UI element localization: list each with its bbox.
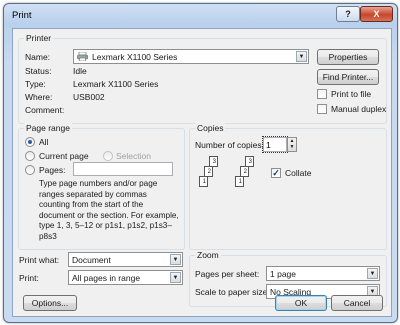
close-icon: X [373, 9, 380, 19]
printer-name-value: Lexmark X1100 Series [92, 51, 178, 62]
print-what-select[interactable]: Document ▼ [68, 252, 183, 267]
current-page-label: Current page [39, 151, 89, 161]
scale-to-paper-label: Scale to paper size: [195, 287, 270, 297]
pages-per-sheet-select[interactable]: 1 page ▼ [266, 266, 380, 281]
number-of-copies-label: Number of copies: [195, 140, 264, 150]
page-icon: 1 [199, 176, 208, 187]
collate-illustration-left: 3 2 1 [199, 156, 225, 190]
pages-label: Pages: [39, 165, 66, 175]
print-value: All pages in range [72, 272, 141, 283]
where-label: Where: [25, 92, 53, 102]
print-to-file-checkbox[interactable] [317, 89, 327, 99]
manual-duplex-checkbox[interactable] [317, 104, 327, 114]
all-pages-label: All [39, 137, 49, 147]
pages-per-sheet-label: Pages per sheet: [195, 269, 260, 279]
ok-button[interactable]: OK [275, 295, 327, 311]
collate-illustration-right: 3 2 1 [235, 156, 261, 190]
spin-up-icon: ▲ [289, 137, 295, 144]
chevron-down-icon: ▼ [170, 254, 181, 265]
print-to-file-label: Print to file [331, 89, 372, 99]
check-icon: ✓ [272, 167, 280, 178]
selection-radio[interactable] [103, 151, 113, 161]
help-button[interactable]: ? [336, 6, 360, 22]
print-what-value: Document [72, 254, 111, 265]
window-title: Print [12, 10, 32, 21]
print-dialog: Print ? X Printer Name: Lexmark X1100 Se… [3, 3, 398, 323]
pages-radio[interactable] [25, 165, 35, 175]
print-label: Print: [19, 273, 39, 283]
pages-per-sheet-value: 1 page [270, 268, 296, 279]
printer-name-select[interactable]: Lexmark X1100 Series ▼ [73, 49, 309, 64]
status-label: Status: [25, 66, 52, 76]
page-range-help-text: Type page numbers and/or page ranges sep… [39, 179, 179, 241]
name-label: Name: [25, 52, 51, 62]
current-page-radio[interactable] [25, 151, 35, 161]
print-select[interactable]: All pages in range ▼ [68, 270, 183, 285]
properties-button[interactable]: Properties [317, 49, 379, 65]
copies-input[interactable] [262, 136, 288, 153]
chevron-down-icon: ▼ [296, 51, 307, 62]
find-printer-button[interactable]: Find Printer... [317, 69, 379, 85]
chevron-down-icon: ▼ [170, 272, 181, 283]
zoom-group-label: Zoom [195, 250, 221, 260]
close-button[interactable]: X [360, 6, 393, 22]
collate-checkbox[interactable]: ✓ [271, 168, 281, 178]
copies-spinner[interactable]: ▲ ▼ [287, 137, 297, 152]
chevron-down-icon: ▼ [367, 268, 378, 279]
all-pages-radio[interactable] [25, 137, 35, 147]
collate-label: Collate [285, 168, 312, 178]
status-value: Idle [73, 66, 87, 76]
cancel-button[interactable]: Cancel [331, 295, 383, 311]
pages-input[interactable] [73, 162, 173, 176]
help-icon: ? [345, 9, 351, 19]
type-value: Lexmark X1100 Series [73, 79, 159, 89]
options-button[interactable]: Options... [23, 295, 77, 311]
spin-down-icon: ▼ [289, 144, 295, 151]
type-label: Type: [25, 79, 46, 89]
selection-label: Selection [116, 151, 151, 161]
print-what-label: Print what: [19, 255, 60, 265]
page-icon: 1 [235, 176, 244, 187]
page-range-group-label: Page range [24, 123, 72, 133]
where-value: USB002 [73, 92, 105, 102]
comment-label: Comment: [25, 105, 65, 115]
manual-duplex-label: Manual duplex [331, 104, 387, 114]
dialog-body: Printer Name: Lexmark X1100 Series ▼ Sta… [12, 28, 392, 317]
copies-group-label: Copies [195, 123, 226, 133]
printer-group-label: Printer [24, 33, 54, 43]
printer-icon [77, 51, 88, 62]
